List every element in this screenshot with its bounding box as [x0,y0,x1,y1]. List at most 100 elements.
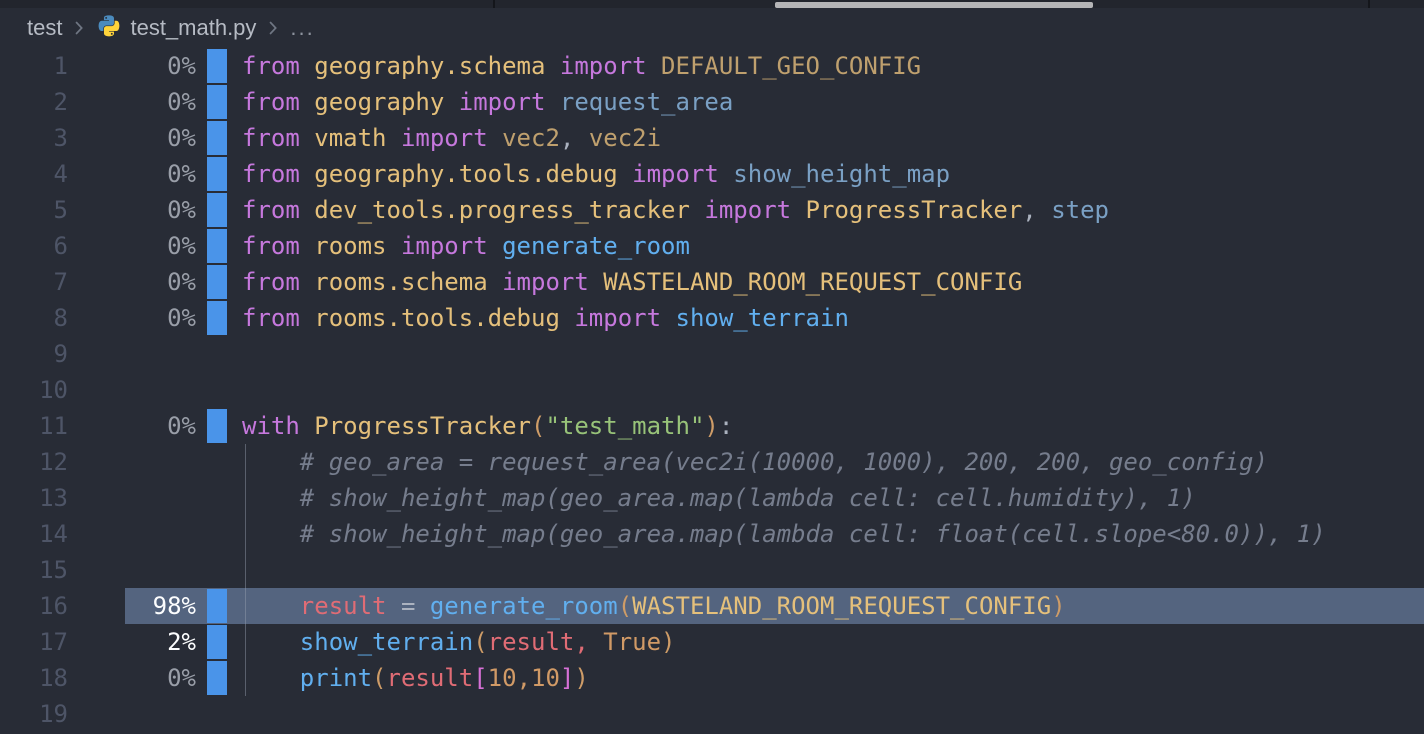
code-text: from rooms import generate_room [242,228,690,264]
code-line-5[interactable]: 50%from dev_tools.progress_tracker impor… [0,192,1424,228]
coverage-bar-icon [207,409,227,443]
gutter-bar-cell [196,480,227,516]
python-icon [96,15,122,41]
code-text: result = generate_room(WASTELAND_ROOM_RE… [242,588,1066,624]
line-number[interactable]: 16 [0,588,68,624]
code-line-2[interactable]: 20% from geography import request_area [0,84,1424,120]
chevron-right-icon [71,19,87,37]
gutter-bar-cell [196,660,227,696]
line-number[interactable]: 14 [0,516,68,552]
code-text: from geography import request_area [242,84,733,120]
coverage-bar-icon [207,229,227,263]
chevron-right-icon [265,19,281,37]
code-text: print(result[10,10]) [242,660,589,696]
gutter-bar-cell [196,300,227,336]
gutter-bar-cell [196,48,227,84]
code-line-1[interactable]: 10% from geography.schema import DEFAULT_… [0,48,1424,84]
coverage-bar-icon [207,157,227,191]
gutter-bar-cell [196,336,227,372]
profile-percent: 0% [68,300,196,336]
gutter-bar-cell [196,444,227,480]
breadcrumb-folder-label: test [27,15,62,41]
gutter-bar-cell [196,696,227,732]
line-number[interactable]: 1 [0,48,68,84]
gutter-bar-cell [196,552,227,588]
line-number[interactable]: 12 [0,444,68,480]
line-number[interactable]: 6 [0,228,68,264]
gutter-bar-cell [196,588,227,624]
code-text: with ProgressTracker("test_math"): [242,408,733,444]
breadcrumb-file-label: test_math.py [130,15,256,41]
code-lines: 10%from geography.schema import DEFAULT_… [0,48,1424,732]
code-text: from geography.schema import DEFAULT_GEO… [242,48,921,84]
profile-percent: 0% [68,228,196,264]
gutter-bar-cell [196,120,227,156]
code-line-4[interactable]: 40% from geography.tools.debug import sho… [0,156,1424,192]
code-text: # show_height_map(geo_area.map(lambda ce… [242,516,1326,552]
line-number[interactable]: 5 [0,192,68,228]
code-line-18[interactable]: 180% print(result[10,10]) [0,660,1424,696]
code-line-6[interactable]: 60% from rooms import generate_room [0,228,1424,264]
code-text: # geo_area = request_area(vec2i(10000, 1… [242,444,1268,480]
profile-percent: 0% [68,48,196,84]
line-number[interactable]: 10 [0,372,68,408]
code-line-11[interactable]: 110%with ProgressTracker("test_math"): [0,408,1424,444]
profile-percent: 0% [68,156,196,192]
coverage-bar-icon [207,589,227,623]
breadcrumb-folder[interactable]: test [27,15,62,41]
coverage-bar-icon [207,625,227,659]
coverage-bar-icon [207,121,227,155]
code-line-3[interactable]: 30% from vmath import vec2, vec2i [0,120,1424,156]
code-line-7[interactable]: 70% from rooms.schema import WASTELAND_RO… [0,264,1424,300]
line-number[interactable]: 13 [0,480,68,516]
coverage-bar-icon [207,49,227,83]
gutter-bar-cell [196,84,227,120]
coverage-bar-icon [207,661,227,695]
profile-percent: 0% [68,192,196,228]
code-text: from rooms.schema import WASTELAND_ROOM_… [242,264,1022,300]
code-text: from vmath import vec2, vec2i [242,120,661,156]
breadcrumb-file[interactable]: test_math.py [96,15,256,41]
line-number[interactable]: 9 [0,336,68,372]
gutter-bar-cell [196,408,227,444]
code-line-12[interactable]: 12 # geo_area = request_area(vec2i(10000… [0,444,1424,480]
code-line-16[interactable]: 1698% result = generate_room(WASTELAND_R… [0,588,1424,624]
gutter-bar-cell [196,264,227,300]
line-number[interactable]: 15 [0,552,68,588]
coverage-bar-icon [207,265,227,299]
line-number[interactable]: 18 [0,660,68,696]
code-line-19[interactable]: 19 [0,696,1424,732]
gutter-bar-cell [196,624,227,660]
code-line-13[interactable]: 13 # show_height_map(geo_area.map(lambda… [0,480,1424,516]
line-number[interactable]: 2 [0,84,68,120]
line-number[interactable]: 8 [0,300,68,336]
gutter-bar-cell [196,372,227,408]
code-line-10[interactable]: 10 [0,372,1424,408]
gutter-bar-cell [196,228,227,264]
profile-percent: 0% [68,120,196,156]
code-text: # show_height_map(geo_area.map(lambda ce… [242,480,1196,516]
profile-percent: 0% [68,84,196,120]
code-line-9[interactable]: 9 [0,336,1424,372]
code-line-15[interactable]: 15 [0,552,1424,588]
profile-percent: 98% [68,588,196,624]
line-number[interactable]: 17 [0,624,68,660]
code-line-8[interactable]: 80% from rooms.tools.debug import show_te… [0,300,1424,336]
line-number[interactable]: 11 [0,408,68,444]
breadcrumb: test test_math.py ... [0,8,1424,48]
breadcrumb-symbol[interactable]: ... [290,15,314,41]
window-top-strip [0,0,1424,8]
gutter-bar-cell [196,192,227,228]
code-line-14[interactable]: 14 # show_height_map(geo_area.map(lambda… [0,516,1424,552]
gutter-bar-cell [196,516,227,552]
line-number[interactable]: 7 [0,264,68,300]
code-text: from geography.tools.debug import show_h… [242,156,950,192]
code-line-17[interactable]: 172% show_terrain(result, True) [0,624,1424,660]
line-number[interactable]: 3 [0,120,68,156]
code-text: from rooms.tools.debug import show_terra… [242,300,849,336]
profile-percent: 0% [68,264,196,300]
coverage-bar-icon [207,85,227,119]
profile-percent: 0% [68,660,196,696]
line-number[interactable]: 19 [0,696,68,732]
line-number[interactable]: 4 [0,156,68,192]
